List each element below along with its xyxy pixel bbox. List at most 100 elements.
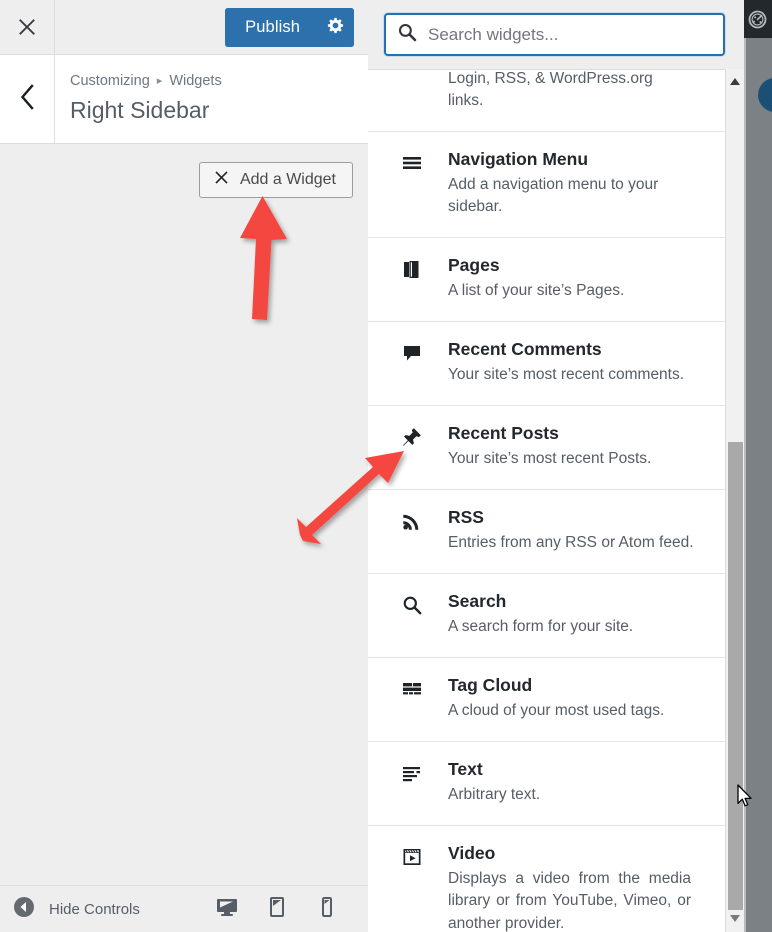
customizer-header: Publish — [0, 0, 368, 55]
widget-list-item-body: Pages A list of your site’s Pages. — [448, 255, 703, 302]
widget-list-item-body: Navigation Menu Add a navigation menu to… — [448, 149, 703, 219]
mouse-pointer — [736, 784, 754, 815]
breadcrumb-separator-icon: ▸ — [156, 74, 163, 87]
widget-list-item[interactable]: Login, RSS, & WordPress.org links. — [368, 70, 725, 132]
widget-description: Arbitrary text. — [448, 785, 541, 803]
pages-icon — [401, 258, 423, 280]
widget-description: Login, RSS, & WordPress.org links. — [448, 70, 653, 110]
publish-group: Publish — [225, 8, 354, 47]
close-x-icon — [17, 17, 37, 37]
close-customizer-button[interactable] — [0, 0, 55, 54]
close-x-icon — [214, 170, 229, 190]
customizer-panel: Publish Customizing ▸ Widgets Right Side… — [0, 0, 368, 932]
widget-title: Pages — [448, 254, 500, 275]
widget-list-item[interactable]: RSS Entries from any RSS or Atom feed. — [368, 490, 725, 574]
available-widgets-panel: Login, RSS, & WordPress.org links. Navig… — [368, 0, 744, 932]
widget-list: Login, RSS, & WordPress.org links. Navig… — [368, 69, 725, 932]
widget-title: RSS — [448, 506, 484, 527]
widget-description: Your site’s most recent Posts. — [448, 449, 652, 467]
hide-controls-button[interactable]: Hide Controls — [13, 896, 140, 923]
wp-admin-bar — [744, 0, 772, 38]
widget-list-item[interactable]: Recent Comments Your site’s most recent … — [368, 322, 725, 406]
widget-list-item[interactable]: Navigation Menu Add a navigation menu to… — [368, 132, 725, 238]
add-a-widget-button[interactable]: Add a Widget — [198, 162, 353, 198]
meta-icon — [401, 70, 423, 73]
tablet-icon — [265, 895, 289, 924]
screen: Publish Customizing ▸ Widgets Right Side… — [0, 0, 772, 932]
widget-list-item[interactable]: Tag Cloud A cloud of your most used tags… — [368, 658, 725, 742]
widget-title: Search — [448, 590, 507, 611]
preview-avatar-circle — [758, 78, 772, 112]
device-preview-tablet[interactable] — [252, 886, 302, 932]
widget-description: Displays a video from the media library … — [448, 869, 691, 932]
comment-icon — [401, 342, 423, 364]
menu-hamburger-icon — [401, 152, 423, 174]
widget-search-area — [368, 0, 744, 69]
widget-description: Entries from any RSS or Atom feed. — [448, 533, 694, 551]
widget-title: Tag Cloud — [448, 674, 533, 695]
video-icon — [401, 846, 423, 868]
widget-search-box[interactable] — [384, 13, 725, 56]
breadcrumb-root: Customizing — [70, 73, 150, 89]
widget-list-item-body: Login, RSS, & WordPress.org links. — [448, 70, 703, 113]
gear-icon — [326, 16, 345, 40]
widget-list-item[interactable]: Search A search form for your site. — [368, 574, 725, 658]
triangle-down-icon — [729, 910, 741, 928]
section-header: Customizing ▸ Widgets Right Sidebar — [0, 55, 368, 144]
tag-cloud-icon — [401, 678, 423, 700]
widget-title: Video — [448, 842, 496, 863]
widget-list-item-body: Search A search form for your site. — [448, 591, 703, 638]
publish-label: Publish — [245, 18, 300, 36]
add-a-widget-label: Add a Widget — [239, 171, 336, 188]
publish-settings-button[interactable] — [316, 8, 354, 47]
scroll-up-button[interactable] — [726, 73, 744, 91]
section-text: Customizing ▸ Widgets Right Sidebar — [70, 74, 222, 123]
widget-list-item-body: Tag Cloud A cloud of your most used tags… — [448, 675, 703, 722]
widget-title: Text — [448, 758, 483, 779]
desktop-icon — [215, 895, 239, 924]
widget-description: A list of your site’s Pages. — [448, 281, 625, 299]
mobile-icon — [315, 895, 339, 924]
widget-description: Add a navigation menu to your sidebar. — [448, 175, 659, 216]
widget-list-scroll-content: Login, RSS, & WordPress.org links. Navig… — [368, 70, 725, 932]
back-button[interactable] — [0, 55, 55, 143]
scroll-down-button[interactable] — [726, 910, 744, 928]
widget-description: A search form for your site. — [448, 617, 634, 635]
widget-title: Recent Comments — [448, 338, 602, 359]
rss-icon — [401, 510, 423, 532]
widget-list-item-body: RSS Entries from any RSS or Atom feed. — [448, 507, 703, 554]
customizer-footer: Hide Controls — [0, 885, 368, 932]
widget-list-item-body: Video Displays a video from the media li… — [448, 843, 703, 932]
breadcrumb-current: Widgets — [169, 73, 222, 89]
breadcrumb: Customizing ▸ Widgets — [70, 74, 222, 89]
widget-description: Your site’s most recent comments. — [448, 365, 685, 383]
chevron-left-icon — [19, 83, 35, 115]
search-icon — [401, 594, 423, 616]
widget-description: A cloud of your most used tags. — [448, 701, 665, 719]
search-input[interactable] — [426, 23, 700, 46]
widget-list-item[interactable]: Video Displays a video from the media li… — [368, 826, 725, 932]
page-title: Right Sidebar — [70, 96, 210, 123]
widget-title: Navigation Menu — [448, 148, 589, 169]
widget-list-item[interactable]: Text Arbitrary text. — [368, 742, 725, 826]
device-preview-buttons — [202, 886, 352, 932]
device-preview-desktop[interactable] — [202, 886, 252, 932]
hide-controls-label: Hide Controls — [49, 900, 140, 918]
scrollbar-thumb[interactable] — [728, 442, 743, 910]
widget-list-item-body: Recent Comments Your site’s most recent … — [448, 339, 703, 386]
add-widget-row: Add a Widget — [0, 145, 368, 215]
widget-list-item[interactable]: Recent Posts Your site’s most recent Pos… — [368, 406, 725, 490]
widget-title: Recent Posts — [448, 422, 559, 443]
publish-button[interactable]: Publish — [225, 8, 316, 47]
dashboard-icon[interactable] — [747, 9, 768, 35]
triangle-up-icon — [729, 73, 741, 91]
widget-list-item[interactable]: Pages A list of your site’s Pages. — [368, 238, 725, 322]
device-preview-mobile[interactable] — [302, 886, 352, 932]
search-icon — [397, 22, 417, 47]
widget-list-item-body: Text Arbitrary text. — [448, 759, 703, 806]
widget-area-body — [0, 215, 368, 885]
arrow-left-circle-icon — [13, 896, 35, 923]
widget-list-item-body: Recent Posts Your site’s most recent Pos… — [448, 423, 703, 470]
text-align-icon — [401, 762, 423, 784]
pushpin-icon — [401, 426, 423, 448]
